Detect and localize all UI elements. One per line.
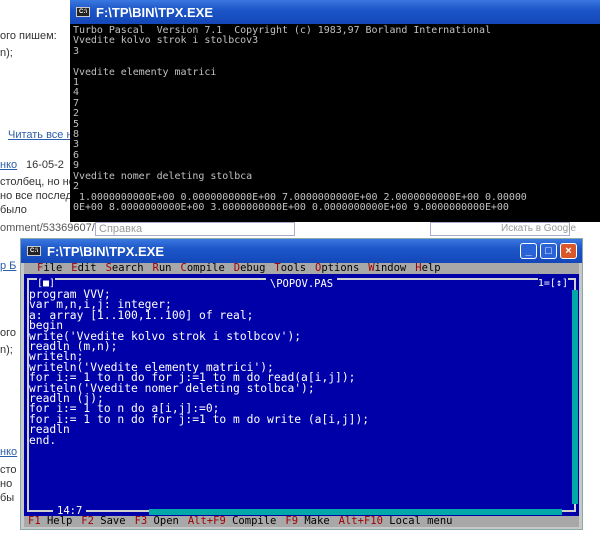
minimize-button[interactable]: _ [520,243,537,259]
page-text: но все послед [0,190,72,202]
console-output: Turbo Pascal Version 7.1 Copyright (c) 1… [73,25,527,213]
console-line: 7 [73,97,79,109]
status-save[interactable]: F2 Save [81,515,125,527]
code-editor[interactable]: program VVV; var m,n,i,j: integer; a: arra… [29,289,370,447]
help-field[interactable]: Справка [95,222,295,236]
console-line: 3 [73,139,79,151]
ide-titlebar[interactable]: C:\ F:\TP\BIN\TPX.EXE [21,239,582,263]
status-help[interactable]: F1 Help [28,515,72,527]
page-text: нко [0,446,18,458]
console-line: Vvedite elementy matrici [73,66,217,78]
menu-window[interactable]: Window [368,263,406,274]
editor-filename: \POPOV.PAS [265,278,338,290]
hotkey: Alt+F10 [338,515,383,527]
page-text: ого [0,327,17,339]
code-line: a: array [1..100,1..100] of real; [29,308,254,322]
close-button[interactable]: × [560,243,577,259]
google-search-input[interactable]: Искать в Google [430,222,576,236]
hotkey: Alt+F9 [187,515,226,527]
console-icon: C:\ [27,246,41,256]
console-line: 2 [73,108,79,120]
code-line: for i:= 1 to n do for j:=1 to m do write… [29,412,370,426]
menu-help[interactable]: Help [415,263,440,274]
hotkey: F9 [285,515,299,527]
page-text: n); [0,344,13,356]
status-url: omment/53369607/ [0,222,95,234]
window-title: F:\TP\BIN\TPX.EXE [47,243,165,259]
author-link[interactable]: нко [0,159,17,171]
code-line: end. [29,433,57,447]
page-text: бы [0,492,15,504]
status-compile[interactable]: Alt+F9 Compile [188,515,277,527]
page-text: n); [0,47,13,59]
page-text: ого пишем: [0,30,57,42]
page-text: но [0,478,13,490]
hotkey-label: Help [46,515,73,527]
maximize-button[interactable]: □ [540,243,557,259]
page-text: столбец, но не [0,176,75,188]
menu-file[interactable]: File [37,263,62,274]
status-local-menu[interactable]: Alt+F10 Local menu [339,515,453,527]
console-icon: C:\ [76,7,90,17]
menu-search[interactable]: Search [106,263,144,274]
menu-options[interactable]: Options [315,263,359,274]
menu-edit[interactable]: Edit [71,263,96,274]
editor-window: \POPOV.PAS [■] 1=[↕] 14:7 program VVV; va… [24,274,579,517]
window-number[interactable]: 1=[↕] [537,278,568,289]
menu-bar: File Edit Search Run Compile Debug Tools Option… [24,263,579,274]
console-line: 4 [73,87,79,99]
console-line: 8 [73,129,79,141]
hotkey-label: Compile [232,515,277,527]
vertical-scrollbar[interactable] [572,290,578,504]
hotkey: F1 [28,515,41,527]
console-line: 5 [73,118,79,130]
code-line: readln [29,423,70,437]
status-open[interactable]: F3 Open [135,515,179,527]
status-bar: F1 Help F2 Save F3 Open Alt+F9 Compile F9 Ma… [24,516,579,527]
window-title: F:\TP\BIN\TPX.EXE [96,4,214,20]
hotkey-label: Make [304,515,330,527]
console-window: C:\ F:\TP\BIN\TPX.EXE Turbo Pascal Versio… [70,0,600,222]
console-line: 3 [73,45,79,57]
page-text: сто [0,464,17,476]
comment-date: 16-05-2 [26,159,64,171]
read-all-link[interactable]: Читать все н [8,129,73,141]
menu-debug[interactable]: Debug [234,263,266,274]
hotkey-label: Local menu [389,515,453,527]
console-line: 6 [73,149,79,161]
hotkey-label: Save [100,515,126,527]
console-titlebar[interactable]: C:\ F:\TP\BIN\TPX.EXE [70,0,600,24]
menu-tools[interactable]: Tools [274,263,306,274]
ide-window: C:\ F:\TP\BIN\TPX.EXE _ □ × File Edit Searc… [20,238,583,530]
menu-compile[interactable]: Compile [181,263,225,274]
console-line: 2 [73,181,79,193]
hotkey-label: Open [153,515,179,527]
hotkey: F2 [81,515,94,527]
console-line: Vvedite kolvo strok i stolbcov3 [73,35,259,47]
page-text: р Б [0,260,17,272]
menu-run[interactable]: Run [153,263,172,274]
console-line: 0E+00 8.0000000000E+00 3.0000000000E+00 … [73,201,509,213]
status-make[interactable]: F9 Make [285,515,329,527]
page-text: было [0,204,27,216]
console-line: Vvedite nomer deleting stolbca [73,170,253,182]
console-line: 1 [73,77,79,89]
hotkey: F3 [134,515,148,527]
